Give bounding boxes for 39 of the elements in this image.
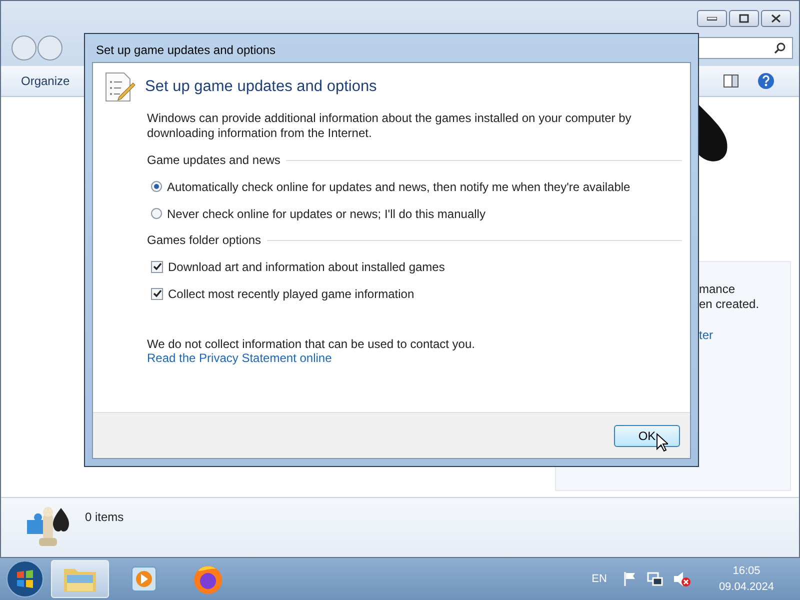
section-title: Game updates and news bbox=[147, 153, 280, 167]
maximize-icon bbox=[739, 14, 749, 23]
checkbox-option[interactable]: Collect most recently played game information bbox=[151, 280, 682, 307]
preview-pane-icon[interactable] bbox=[723, 74, 739, 88]
cursor-icon bbox=[656, 433, 668, 452]
checkbox[interactable] bbox=[151, 260, 163, 272]
muted-speaker-icon[interactable] bbox=[672, 571, 691, 587]
dialog-heading: Set up game updates and options bbox=[145, 78, 377, 96]
organize-menu[interactable]: Organize bbox=[15, 70, 76, 92]
start-button[interactable] bbox=[5, 559, 45, 599]
minimize-button[interactable] bbox=[697, 10, 727, 27]
privacy-note: We do not collect information that can be used to contact you. bbox=[147, 337, 476, 351]
search-icon bbox=[774, 42, 786, 54]
privacy-link[interactable]: Read the Privacy Statement online bbox=[147, 351, 332, 365]
help-icon[interactable] bbox=[757, 72, 775, 90]
minimize-icon bbox=[707, 16, 717, 20]
radio-button[interactable] bbox=[151, 181, 162, 192]
radio-option[interactable]: Automatically check online for updates and news, then notify me when they're available bbox=[151, 173, 682, 200]
flag-icon[interactable] bbox=[622, 571, 637, 587]
section-title: Games folder options bbox=[147, 233, 262, 247]
intro-text: Windows can provide additional information about the games installed on your computer by downloading information from the Internet. bbox=[147, 111, 632, 141]
close-button[interactable] bbox=[761, 10, 791, 27]
panel-link[interactable]: ter bbox=[699, 328, 786, 343]
close-icon bbox=[771, 14, 781, 23]
dialog-title: Set up game updates and options bbox=[95, 42, 276, 59]
browser-icon bbox=[192, 563, 224, 595]
checkbox-option[interactable]: Download art and information about installed games bbox=[151, 253, 682, 280]
network-icon[interactable] bbox=[646, 571, 663, 587]
item-count: 0 items bbox=[85, 510, 124, 524]
games-icon bbox=[25, 506, 71, 548]
checklist-pencil-icon bbox=[103, 71, 135, 103]
panel-text: mance bbox=[699, 282, 736, 297]
ok-button[interactable]: OK bbox=[614, 424, 680, 446]
checkbox[interactable] bbox=[151, 288, 163, 300]
panel-text: en created. bbox=[699, 297, 760, 312]
radio-option[interactable]: Never check online for updates or news; I'll do this manually bbox=[151, 200, 682, 227]
play-icon bbox=[131, 566, 157, 592]
radio-button[interactable] bbox=[151, 208, 162, 219]
maximize-button[interactable] bbox=[729, 10, 759, 27]
